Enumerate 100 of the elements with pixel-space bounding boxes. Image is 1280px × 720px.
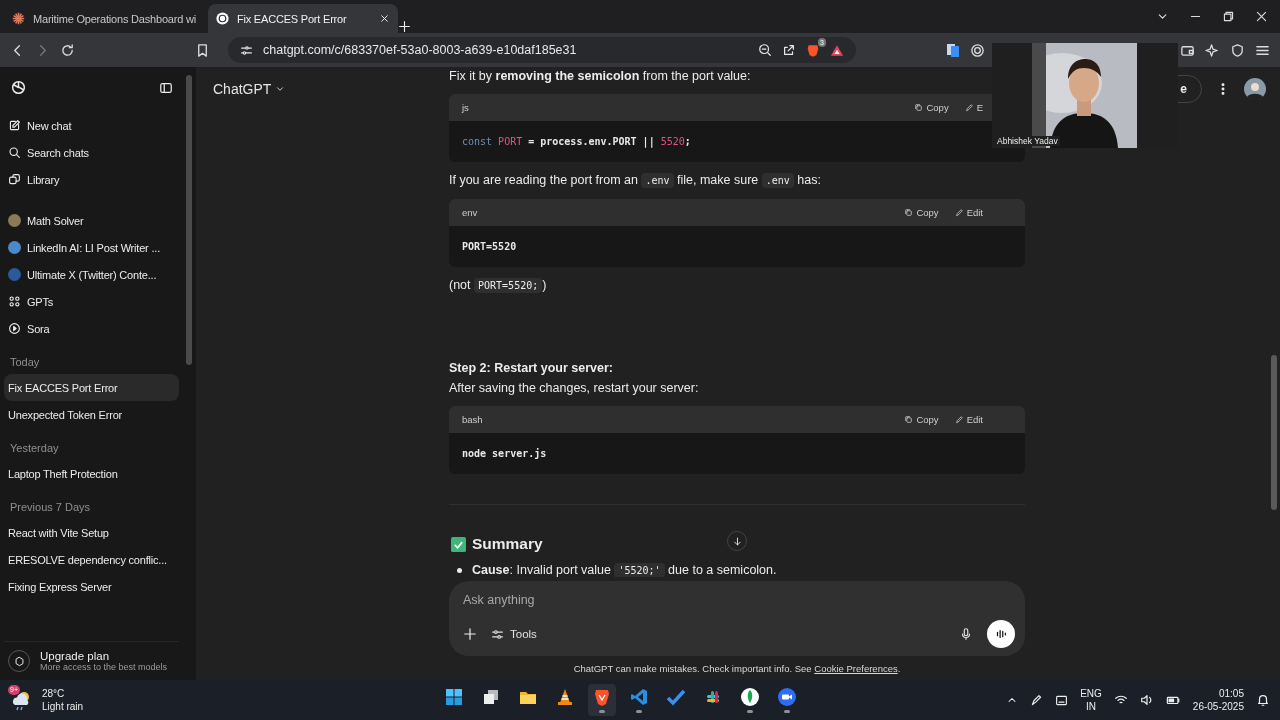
arrow-down-icon	[731, 535, 743, 547]
compose-icon[interactable]	[8, 119, 21, 132]
tablet-icon[interactable]	[1055, 693, 1069, 707]
new-tab-icon[interactable]	[397, 20, 411, 33]
sidebar-toggle-icon[interactable]	[159, 80, 173, 95]
model-selector[interactable]: ChatGPT	[213, 81, 286, 97]
traffic-cone-icon[interactable]	[555, 687, 575, 707]
triangle-icon[interactable]	[830, 43, 844, 57]
hexagon-icon	[13, 655, 25, 667]
paragraph: If you are reading the port from an .env file, make sure .env has:	[449, 172, 822, 190]
target-icon[interactable]	[970, 42, 985, 58]
input-language[interactable]: ENG IN	[1080, 687, 1102, 713]
sidebar-item[interactable]: GPTs	[4, 288, 179, 315]
avatar-icon[interactable]	[1244, 78, 1266, 100]
sliders-icon	[491, 627, 504, 641]
code-line: const PORT = process.env.PORT || 5520;	[462, 134, 691, 150]
share-icon[interactable]	[782, 43, 796, 57]
documents-icon[interactable]	[946, 42, 960, 58]
edit-button[interactable]: Edit	[954, 414, 983, 425]
chevron-down-icon	[275, 84, 286, 94]
chat-item[interactable]: Fixing Express Server	[4, 573, 179, 600]
plus-icon[interactable]	[463, 627, 477, 641]
microphone-icon[interactable]	[959, 627, 973, 641]
sidebar-item[interactable]: LinkedIn AI: LI Post Writer ...	[4, 234, 179, 261]
paragraph: Fix it by removing the semicolon from the port value:	[449, 68, 752, 85]
close-icon[interactable]	[1255, 10, 1268, 23]
sidebar-item[interactable]: Sora	[4, 315, 179, 342]
code-line: node server.js	[462, 446, 547, 461]
checkbox-icon	[451, 536, 466, 552]
disclaimer: ChatGPT can make mistakes. Check important info. See Cookie Preferences.	[572, 662, 902, 676]
shield-icon[interactable]	[1230, 42, 1245, 58]
browser-tab[interactable]: Fix EACCES Port Error	[207, 4, 398, 33]
pen-icon[interactable]	[1030, 693, 1044, 707]
tools-button[interactable]: Tools	[491, 627, 537, 641]
leaf-icon[interactable]	[740, 687, 760, 707]
lion-shield-icon[interactable]	[806, 42, 820, 58]
summary-heading: Summary	[472, 535, 543, 553]
paragraph: After saving the changes, restart your server:	[449, 380, 700, 397]
tune-icon	[240, 43, 253, 57]
chat-item[interactable]: React with Vite Setup	[4, 519, 179, 546]
sidebar-item[interactable]: New chat	[4, 112, 179, 139]
sidebar-item[interactable]: Search chats	[4, 139, 179, 166]
search-icon[interactable]	[8, 146, 21, 159]
camera-icon[interactable]	[777, 687, 797, 707]
copy-icon	[914, 103, 924, 112]
bookmark-icon[interactable]	[195, 42, 210, 58]
starburst-icon	[12, 12, 25, 25]
checkmark-icon[interactable]	[666, 687, 686, 707]
copy-button[interactable]: Copy	[914, 102, 949, 113]
shield-icon[interactable]	[592, 687, 612, 707]
waveform-icon	[994, 627, 1008, 641]
chat-item[interactable]: Fix EACCES Port Error	[4, 374, 179, 401]
sidebar-item[interactable]: Math Solver	[4, 207, 179, 234]
bullet-text: Cause: Invalid port value '5520;' due to a semicolon.	[472, 562, 777, 577]
chat-item[interactable]: ERESOLVE dependency conflic...	[4, 546, 179, 573]
sidebar-item[interactable]: Library	[4, 166, 179, 193]
edit-button[interactable]: E	[964, 102, 983, 113]
section-heading: Previous 7 Days	[9, 500, 92, 515]
close-icon[interactable]	[378, 13, 390, 24]
pencil-icon	[954, 208, 964, 217]
code-language: js	[462, 100, 470, 115]
temperature: 28°C	[42, 687, 66, 700]
sparkle-icon[interactable]	[1205, 42, 1220, 58]
section-heading: Yesterday	[9, 441, 60, 456]
bullet-dot	[457, 568, 462, 573]
copy-button[interactable]: Copy	[904, 207, 939, 218]
bell-icon[interactable]	[1256, 693, 1270, 707]
volume-icon[interactable]	[1139, 693, 1154, 707]
step-heading: Step 2: Restart your server:	[449, 360, 614, 377]
grid-icon[interactable]	[8, 295, 21, 308]
scrollbar-thumb[interactable]	[186, 75, 192, 365]
chat-item[interactable]: Laptop Theft Protection	[4, 460, 179, 487]
copy-icon	[904, 208, 914, 217]
clock[interactable]: 01:05 26-05-2025	[1192, 687, 1244, 713]
code-language: bash	[462, 412, 484, 427]
zoom-out-icon[interactable]	[758, 43, 772, 57]
browser-tab[interactable]: Maritime Operations Dashboard wi	[4, 4, 204, 33]
reload-icon[interactable]	[60, 42, 75, 58]
copy-button[interactable]: Copy	[904, 414, 939, 425]
paragraph: (not PORT=5520; )	[449, 277, 548, 295]
play-icon[interactable]	[8, 322, 21, 335]
code-language: env	[462, 205, 479, 220]
webcam-overlay: Abhishek Yadav	[992, 43, 1178, 148]
scrollbar-thumb[interactable]	[1271, 355, 1277, 510]
section-heading: Today	[9, 355, 41, 370]
voice-button[interactable]	[987, 620, 1015, 648]
restore-icon[interactable]	[1222, 10, 1235, 23]
scroll-down-button[interactable]	[727, 531, 747, 551]
chat-item[interactable]: Unexpected Token Error	[4, 401, 179, 428]
message-input[interactable]: Ask anything	[463, 591, 1015, 609]
code-line: PORT=5520	[462, 239, 517, 254]
code-editor-icon[interactable]	[629, 687, 649, 707]
images-icon[interactable]	[8, 173, 21, 186]
task-view-icon[interactable]	[481, 687, 501, 707]
sidebar-item[interactable]: Ultimate X (Twitter) Conte...	[4, 261, 179, 288]
cookie-preferences-link[interactable]: Cookie Preferences	[814, 663, 898, 674]
edit-button[interactable]: Edit	[954, 207, 983, 218]
pencil-icon	[954, 415, 964, 424]
windows-icon[interactable]	[444, 687, 464, 707]
weather-text: Light rain	[42, 700, 84, 713]
